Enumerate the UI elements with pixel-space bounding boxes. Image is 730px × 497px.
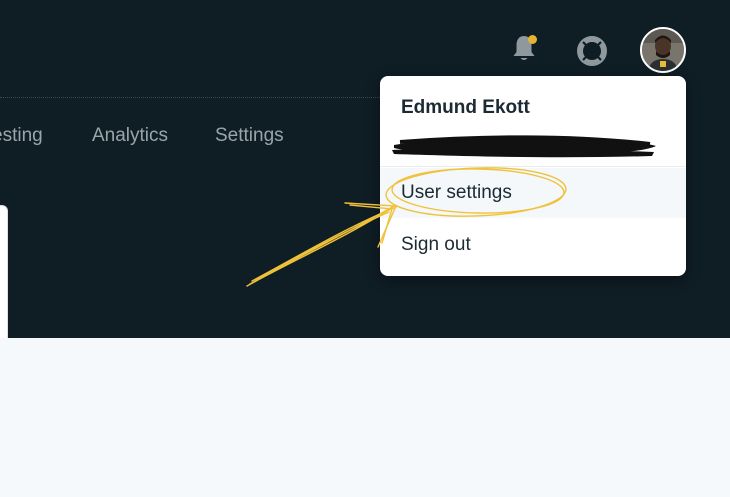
user-name: Edmund Ekott xyxy=(401,97,530,118)
header-divider xyxy=(0,97,390,98)
nav-item-testing[interactable]: esting xyxy=(0,125,43,147)
user-menu-dropdown: Edmund Ekott User settings Sign out xyxy=(380,76,686,276)
main-content-area xyxy=(0,338,730,497)
user-settings-menu-item[interactable]: User settings xyxy=(380,168,686,218)
nav-item-settings[interactable]: Settings xyxy=(215,125,284,147)
sign-out-menu-item[interactable]: Sign out xyxy=(380,220,686,270)
menu-divider xyxy=(380,166,686,167)
notification-badge xyxy=(528,35,537,44)
avatar-photo xyxy=(642,29,684,71)
user-avatar[interactable] xyxy=(640,27,686,73)
nav-item-analytics[interactable]: Analytics xyxy=(92,125,168,147)
redacted-email-scribble xyxy=(392,135,656,158)
lifebuoy-icon[interactable] xyxy=(577,36,607,66)
